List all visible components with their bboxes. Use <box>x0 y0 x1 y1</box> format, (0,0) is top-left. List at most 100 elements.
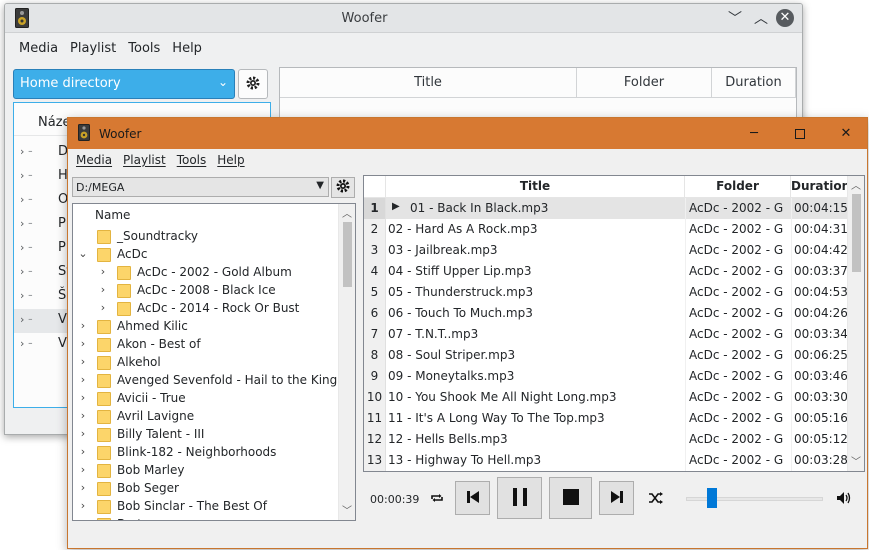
table-row[interactable]: 909 - Moneytalks.mp3 AcDc - 2002 - G... 00… <box>364 366 848 387</box>
tree-item[interactable]: › Bret <box>73 516 339 520</box>
location-combo[interactable]: D:/MEGA ▼ <box>72 177 329 197</box>
menu-help[interactable]: Help <box>217 153 244 167</box>
chevron-right-icon[interactable]: › <box>20 289 24 302</box>
previous-button[interactable] <box>455 481 490 515</box>
tree-item[interactable]: › AcDc - 2002 - Gold Album <box>73 264 339 282</box>
table-row[interactable]: 505 - Thunderstruck.mp3 AcDc - 2002 - G..… <box>364 282 848 303</box>
scroll-thumb[interactable] <box>852 194 861 272</box>
next-button[interactable] <box>599 481 634 515</box>
table-row[interactable]: 11 11 - It's A Long Way To The Top.mp3 AcD… <box>364 408 848 429</box>
volume-slider[interactable] <box>706 488 717 508</box>
maximize-icon[interactable]: ︿ <box>750 7 772 29</box>
chevron-down-icon[interactable]: ⌄ <box>77 247 89 260</box>
menu-tools[interactable]: Tools <box>177 153 207 167</box>
tree-header[interactable]: Name <box>95 208 130 222</box>
scroll-thumb[interactable] <box>343 222 352 287</box>
col-duration[interactable]: Duration <box>712 68 796 97</box>
settings-button[interactable] <box>331 177 355 198</box>
playlist-scrollbar[interactable]: ︿ ﹀ <box>847 176 864 471</box>
location-combo[interactable]: Home directory ⌄ <box>13 69 235 99</box>
tree-item[interactable]: ⌄ AcDc <box>73 246 339 264</box>
table-row[interactable]: 1212 - Hells Bells.mp3 AcDc - 2002 - G...… <box>364 429 848 450</box>
chevron-right-icon[interactable]: › <box>20 217 24 230</box>
tree-item[interactable]: _Soundtracky <box>73 228 339 246</box>
chevron-right-icon[interactable]: › <box>77 391 89 404</box>
playlist-table[interactable]: Title Folder Duration 1 ▶ 01 - Back In Bla… <box>363 175 865 472</box>
tree-scrollbar[interactable]: ︿ ﹀ <box>338 204 355 520</box>
menu-media[interactable]: Media <box>19 41 58 56</box>
minimize-icon[interactable]: ─ <box>731 118 777 149</box>
chevron-right-icon[interactable]: › <box>77 337 89 350</box>
col-folder[interactable]: Folder <box>577 68 712 97</box>
minimize-icon[interactable]: ﹀ <box>724 7 746 29</box>
chevron-right-icon[interactable]: › <box>20 193 24 206</box>
chevron-right-icon[interactable]: › <box>97 283 109 296</box>
menu-playlist[interactable]: Playlist <box>123 153 166 167</box>
close-icon[interactable]: ✕ <box>776 9 794 27</box>
chevron-right-icon[interactable]: › <box>97 265 109 278</box>
tree-item[interactable]: › Bob Marley <box>73 462 339 480</box>
chevron-right-icon[interactable]: › <box>77 409 89 422</box>
back-titlebar[interactable]: Woofer ﹀ ︿ ✕ <box>5 4 802 33</box>
chevron-right-icon[interactable]: › <box>20 241 24 254</box>
stop-button[interactable] <box>549 477 592 519</box>
tree-item[interactable]: › AcDc - 2008 - Black Ice <box>73 282 339 300</box>
repeat-icon[interactable] <box>430 491 444 509</box>
tree-item[interactable]: › Akon - Best of <box>73 336 339 354</box>
tree-item[interactable]: › Alkehol <box>73 354 339 372</box>
menu-help[interactable]: Help <box>172 41 202 56</box>
table-row[interactable]: 4 04 - Stiff Upper Lip.mp3 AcDc - 2002 - G… <box>364 261 848 282</box>
col-folder[interactable]: Folder <box>685 176 791 198</box>
chevron-right-icon[interactable]: › <box>20 169 24 182</box>
tree-item[interactable]: › Ahmed Kilic <box>73 318 339 336</box>
chevron-right-icon[interactable]: › <box>77 499 89 512</box>
table-row[interactable]: 303 - Jailbreak.mp3 AcDc - 2002 - G... 00:… <box>364 240 848 261</box>
chevron-right-icon[interactable]: › <box>77 517 89 520</box>
chevron-right-icon[interactable]: › <box>77 319 89 332</box>
settings-button[interactable] <box>238 69 268 99</box>
folder-tree[interactable]: Name _Soundtracky ⌄ AcDc › AcDc - 2002 - Gol… <box>72 203 356 521</box>
table-row[interactable]: 13 13 - Highway To Hell.mp3 AcDc - 2002 - … <box>364 450 848 471</box>
chevron-right-icon[interactable]: › <box>77 373 89 386</box>
chevron-right-icon[interactable]: › <box>97 301 109 314</box>
menu-playlist[interactable]: Playlist <box>70 41 116 56</box>
volume-icon[interactable] <box>836 491 852 509</box>
tree-item[interactable]: › Avenged Sevenfold - Hail to the King <box>73 372 339 390</box>
chevron-right-icon[interactable]: › <box>20 145 24 158</box>
table-row[interactable]: 1 ▶ 01 - Back In Black.mp3 AcDc - 2002 - G.… <box>364 198 848 219</box>
menu-media[interactable]: Media <box>76 153 112 167</box>
chevron-right-icon[interactable]: › <box>77 355 89 368</box>
maximize-icon[interactable] <box>777 118 823 149</box>
col-title[interactable]: Title <box>280 68 577 97</box>
tree-item[interactable]: › Bob Sinclar - The Best Of <box>73 498 339 516</box>
menu-tools[interactable]: Tools <box>128 41 160 56</box>
scroll-down-icon[interactable]: ﹀ <box>339 502 355 519</box>
col-title[interactable]: Title <box>386 176 685 198</box>
scroll-down-icon[interactable]: ﹀ <box>848 453 864 470</box>
table-row[interactable]: 606 - Touch To Much.mp3 AcDc - 2002 - G..… <box>364 303 848 324</box>
table-row[interactable]: 202 - Hard As A Rock.mp3 AcDc - 2002 - G.… <box>364 219 848 240</box>
chevron-right-icon[interactable]: › <box>77 427 89 440</box>
scroll-up-icon[interactable]: ︿ <box>848 177 864 194</box>
chevron-right-icon[interactable]: › <box>77 445 89 458</box>
chevron-right-icon[interactable]: › <box>20 313 24 326</box>
tree-item[interactable]: › Billy Talent - III <box>73 426 339 444</box>
tree-item[interactable]: › Avicii - True <box>73 390 339 408</box>
tree-item[interactable]: › Avril Lavigne <box>73 408 339 426</box>
tree-item[interactable]: › AcDc - 2014 - Rock Or Bust <box>73 300 339 318</box>
table-row[interactable]: 707 - T.N.T..mp3 AcDc - 2002 - G... 00:03:… <box>364 324 848 345</box>
chevron-right-icon[interactable]: › <box>77 463 89 476</box>
col-duration[interactable]: Duration <box>791 176 850 198</box>
close-icon[interactable]: ✕ <box>823 118 869 149</box>
tree-item[interactable]: › Bob Seger <box>73 480 339 498</box>
table-row[interactable]: 808 - Soul Striper.mp3 AcDc - 2002 - G...… <box>364 345 848 366</box>
front-titlebar[interactable]: Woofer ─ ✕ <box>68 118 867 149</box>
chevron-right-icon[interactable]: › <box>20 265 24 278</box>
chevron-right-icon[interactable]: › <box>20 337 24 350</box>
table-row[interactable]: 10 10 - You Shook Me All Night Long.mp3 Ac… <box>364 387 848 408</box>
tree-item[interactable]: › Blink-182 - Neighborhoods <box>73 444 339 462</box>
pause-button[interactable] <box>497 477 542 519</box>
chevron-right-icon[interactable]: › <box>77 481 89 494</box>
shuffle-icon[interactable] <box>648 491 664 509</box>
scroll-up-icon[interactable]: ︿ <box>339 205 355 222</box>
